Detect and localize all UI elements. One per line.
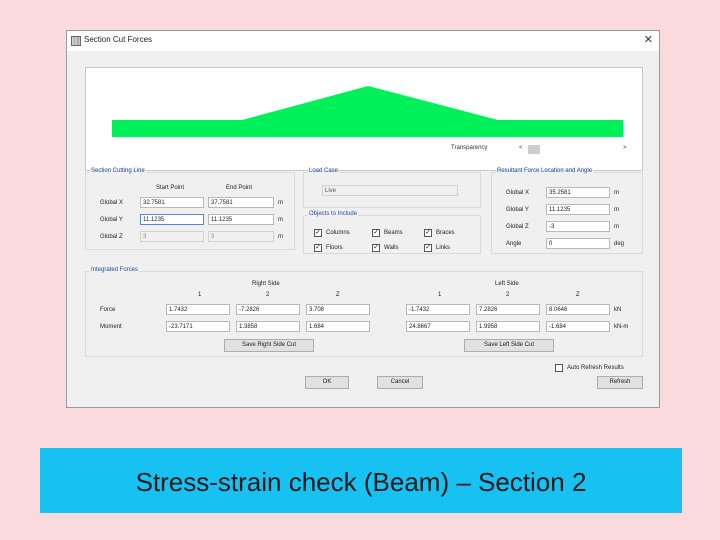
walls-checkbox[interactable]: ✓ (372, 244, 380, 252)
right-moment-2[interactable]: 1.3858 (236, 321, 300, 332)
auto-refresh-checkbox[interactable] (555, 364, 563, 372)
angle-input[interactable]: 0 (546, 238, 610, 249)
close-icon[interactable]: ✕ (644, 33, 653, 46)
save-left-side-cut-button[interactable]: Save Left Side Cut (464, 339, 554, 352)
force-unit: kN (614, 307, 622, 313)
end-global-x-input[interactable]: 37.7581 (208, 197, 274, 208)
cut-global-z-unit: m (278, 234, 283, 240)
section-cut-diagram (85, 67, 643, 171)
braces-checkbox[interactable]: ✓ (424, 229, 432, 237)
columns-label: Columns (326, 230, 350, 236)
left-moment-z[interactable]: -1.684 (546, 321, 610, 332)
walls-label: Walls (384, 245, 399, 251)
caption-banner: Stress-strain check (Beam) – Section 2 (40, 448, 682, 513)
cut-global-y-unit: m (278, 217, 283, 223)
resultant-z-label: Global Z (506, 224, 529, 230)
angle-label: Angle (506, 241, 522, 247)
cancel-button[interactable]: Cancel (377, 376, 423, 389)
right-moment-z[interactable]: 1.684 (306, 321, 370, 332)
beams-label: Beams (384, 230, 403, 236)
links-checkbox[interactable]: ✓ (424, 244, 432, 252)
cut-global-y-label: Global Y (100, 217, 123, 223)
resultant-z-input[interactable]: -3 (546, 221, 610, 232)
section-cutting-line-title: Section Cutting Line (90, 168, 146, 174)
load-case-select[interactable]: Live (322, 185, 458, 196)
resultant-x-unit: m (614, 190, 619, 196)
cut-global-z-label: Global Z (100, 234, 123, 240)
right-colz-header: Z (336, 292, 340, 298)
end-global-z-input: 3 (208, 231, 274, 242)
right-force-2[interactable]: -7.2826 (236, 304, 300, 315)
objects-to-include-group: Objects to Include ✓ Columns ✓ Beams ✓ B… (303, 211, 481, 254)
left-moment-2[interactable]: 1.9958 (476, 321, 540, 332)
resultant-y-label: Global Y (506, 207, 529, 213)
right-col2-header: 2 (266, 292, 270, 298)
auto-refresh-label: Auto Refresh Results (567, 365, 624, 371)
floors-label: Floors (326, 245, 343, 251)
resultant-z-unit: m (614, 224, 619, 230)
angle-unit: deg (614, 241, 625, 247)
start-point-header: Start Point (156, 185, 185, 191)
transparency-label: Transparency (451, 145, 488, 151)
right-col1-header: 1 (198, 292, 202, 298)
left-col1-header: 1 (438, 292, 442, 298)
ok-button[interactable]: OK (305, 376, 349, 389)
resultant-location-group: Resultant Force Location and Angle Globa… (491, 168, 643, 254)
load-case-group: Load Case Live (303, 168, 481, 208)
floors-checkbox[interactable]: ✓ (314, 244, 322, 252)
integrated-forces-group: Integrated Forces Right Side Left Side 1… (85, 267, 643, 357)
force-diagram-svg (112, 86, 623, 137)
left-force-1[interactable]: -1.7432 (406, 304, 470, 315)
window-title: Section Cut Forces (84, 35, 153, 44)
caption-text: Stress-strain check (Beam) – Section 2 (135, 467, 587, 497)
section-cut-forces-dialog: Section Cut Forces ✕ Transparency < > Se… (66, 30, 660, 408)
transparency-slider-thumb[interactable] (528, 145, 540, 154)
start-global-x-input[interactable]: 32.7581 (140, 197, 204, 208)
right-force-1[interactable]: 1.7432 (166, 304, 230, 315)
beams-checkbox[interactable]: ✓ (372, 229, 380, 237)
section-cutting-line-group: Section Cutting Line Start Point End Poi… (85, 168, 295, 250)
left-force-2[interactable]: 7.2826 (476, 304, 540, 315)
force-label: Force (100, 307, 116, 313)
moment-unit: kN-m (614, 324, 629, 330)
resultant-y-input[interactable]: 11.1235 (546, 204, 610, 215)
transparency-left-arrow[interactable]: < (519, 145, 523, 151)
resultant-title: Resultant Force Location and Angle (496, 168, 594, 174)
resultant-x-label: Global X (506, 190, 530, 196)
resultant-x-input[interactable]: 35.2581 (546, 187, 610, 198)
right-force-z[interactable]: 3.708 (306, 304, 370, 315)
load-case-title: Load Case (308, 168, 340, 174)
columns-checkbox[interactable]: ✓ (314, 229, 322, 237)
left-col2-header: 2 (506, 292, 510, 298)
force-diagram-shape (112, 86, 623, 137)
integrated-forces-title: Integrated Forces (90, 267, 140, 273)
start-global-z-input: 3 (140, 231, 204, 242)
left-colz-header: Z (576, 292, 580, 298)
moment-label: Moment (100, 324, 122, 330)
objects-to-include-title: Objects to Include (308, 211, 359, 217)
cut-global-x-unit: m (278, 200, 283, 206)
left-force-z[interactable]: 8.0646 (546, 304, 610, 315)
refresh-button[interactable]: Refresh (597, 376, 643, 389)
app-icon (71, 36, 81, 46)
left-moment-1[interactable]: 24.8667 (406, 321, 470, 332)
resultant-y-unit: m (614, 207, 619, 213)
end-global-y-input[interactable]: 11.1235 (208, 214, 274, 225)
transparency-right-arrow[interactable]: > (623, 145, 627, 151)
right-side-label: Right Side (252, 281, 280, 287)
title-bar: Section Cut Forces ✕ (67, 31, 659, 51)
right-moment-1[interactable]: -23.7171 (166, 321, 230, 332)
end-point-header: End Point (226, 185, 253, 191)
left-side-label: Left Side (495, 281, 519, 287)
start-global-y-input[interactable]: 11.1235 (140, 214, 204, 225)
links-label: Links (436, 245, 451, 251)
cut-global-x-label: Global X (100, 200, 124, 206)
save-right-side-cut-button[interactable]: Save Right Side Cut (224, 339, 314, 352)
braces-label: Braces (436, 230, 455, 236)
